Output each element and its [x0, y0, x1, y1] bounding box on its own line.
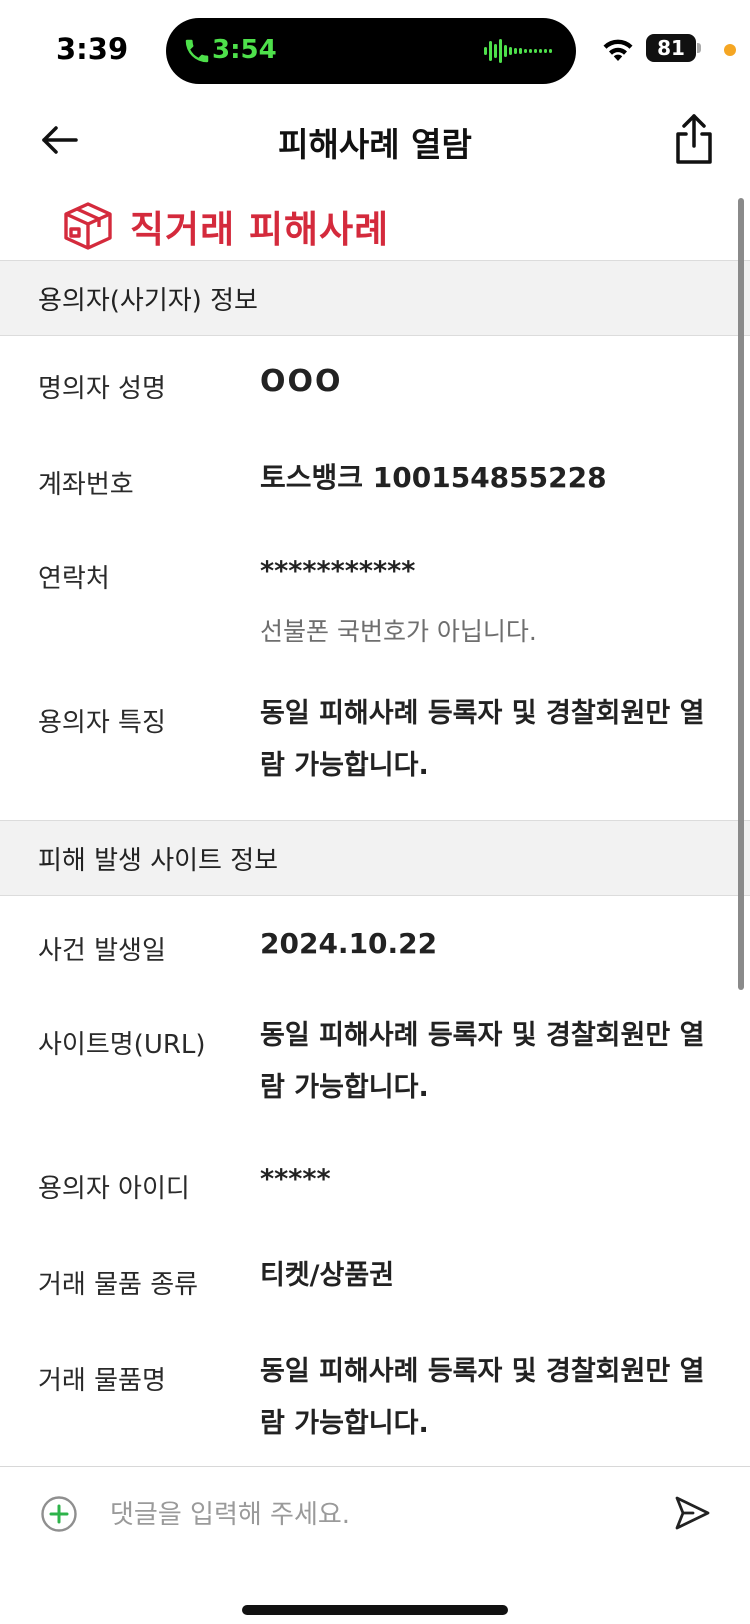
status-time: 3:39 — [56, 32, 129, 66]
row-value: 동일 피해사례 등록자 및 경찰회원만 열람 가능합니다. — [260, 1356, 705, 1439]
row-note: 선불폰 국번호가 아닙니다. — [260, 617, 537, 646]
row-label: 거래 물품명 — [38, 1366, 166, 1396]
row-label: 연락처 — [38, 564, 110, 594]
row-value: *********** — [260, 556, 416, 587]
row-label: 용의자 아이디 — [38, 1174, 190, 1204]
row-label: 용의자 특징 — [38, 708, 166, 738]
detail-row-site-name: 사이트명(URL) 동일 피해사례 등록자 및 경찰회원만 열람 가능합니다. — [0, 992, 750, 1136]
row-value: OOO — [260, 364, 343, 399]
row-label: 명의자 성명 — [38, 374, 166, 404]
home-indicator[interactable] — [242, 1605, 508, 1615]
row-value: 동일 피해사례 등록자 및 경찰회원만 열람 가능합니다. — [260, 1020, 705, 1103]
section-site-header: 피해 발생 사이트 정보 — [0, 820, 750, 896]
battery-indicator: 81 — [646, 34, 696, 62]
row-label: 계좌번호 — [38, 470, 134, 500]
row-label: 거래 물품 종류 — [38, 1270, 199, 1300]
detail-row-item-name: 거래 물품명 동일 피해사례 등록자 및 경찰회원만 열람 가능합니다. — [0, 1328, 750, 1478]
privacy-indicator-dot — [724, 44, 736, 56]
dynamic-island-call[interactable]: 3:54 — [166, 18, 576, 84]
section-suspect-header: 용의자(사기자) 정보 — [0, 260, 750, 336]
page-title: 피해사례 열람 — [278, 125, 472, 164]
detail-row-contact: 연락처 *********** 선불폰 국번호가 아닙니다. — [0, 524, 750, 670]
row-value: 2024.10.22 — [260, 927, 438, 960]
category-heading: 직거래 피해사례 — [62, 196, 389, 256]
status-bar: 3:39 3:54 81 — [0, 0, 750, 96]
nav-header: 피해사례 열람 — [0, 96, 750, 196]
row-value: 토스뱅크 100154855228 — [260, 461, 607, 494]
wifi-icon — [603, 39, 633, 61]
waveform-icon — [484, 39, 552, 63]
box-icon — [64, 202, 112, 250]
phone-icon — [185, 39, 209, 63]
row-value: ***** — [260, 1164, 331, 1195]
add-attachment-button[interactable] — [40, 1495, 78, 1533]
call-duration: 3:54 — [212, 35, 277, 65]
share-button[interactable] — [670, 110, 718, 166]
detail-row-traits: 용의자 특징 동일 피해사례 등록자 및 경찰회원만 열람 가능합니다. — [0, 670, 750, 820]
case-detail: 용의자(사기자) 정보 명의자 성명 OOO 계좌번호 토스뱅크 1001548… — [0, 260, 750, 1478]
send-button[interactable] — [672, 1493, 712, 1533]
battery-cap — [697, 43, 701, 53]
detail-row-date: 사건 발생일 2024.10.22 — [0, 896, 750, 992]
detail-row-name: 명의자 성명 OOO — [0, 336, 750, 430]
detail-row-suspect-id: 용의자 아이디 ***** — [0, 1136, 750, 1232]
category-title: 직거래 피해사례 — [130, 208, 390, 251]
scrollbar-thumb[interactable] — [738, 198, 744, 990]
row-value: 티켓/상품권 — [260, 1260, 395, 1291]
row-value: 동일 피해사례 등록자 및 경찰회원만 열람 가능합니다. — [260, 698, 705, 781]
comment-input[interactable] — [110, 1487, 630, 1543]
page: 3:39 3:54 81 피해사례 열람 직거래 피해사례 용의자(사기자) 정… — [0, 0, 750, 1624]
comment-bar — [0, 1466, 750, 1624]
row-label: 사이트명(URL) — [38, 1030, 206, 1060]
detail-row-account: 계좌번호 토스뱅크 100154855228 — [0, 430, 750, 524]
row-label: 사건 발생일 — [38, 936, 166, 966]
detail-row-item-type: 거래 물품 종류 티켓/상품권 — [0, 1232, 750, 1328]
